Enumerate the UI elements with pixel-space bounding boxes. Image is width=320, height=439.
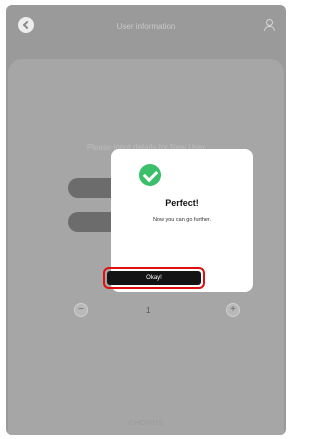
footer-text: CHOWDS [128, 420, 164, 427]
checkmark-circle-icon [139, 164, 161, 186]
minus-button[interactable]: − [74, 303, 88, 317]
app-header: User information [6, 5, 286, 63]
stepper-value: 1 [146, 306, 151, 315]
modal-message: Now you can go further. [152, 217, 212, 223]
plus-button[interactable]: + [226, 303, 240, 317]
okay-button[interactable]: Okay! [107, 271, 201, 285]
modal-title: Perfect! [165, 198, 199, 208]
header-title: User information [116, 22, 176, 31]
user-icon[interactable] [262, 18, 276, 32]
